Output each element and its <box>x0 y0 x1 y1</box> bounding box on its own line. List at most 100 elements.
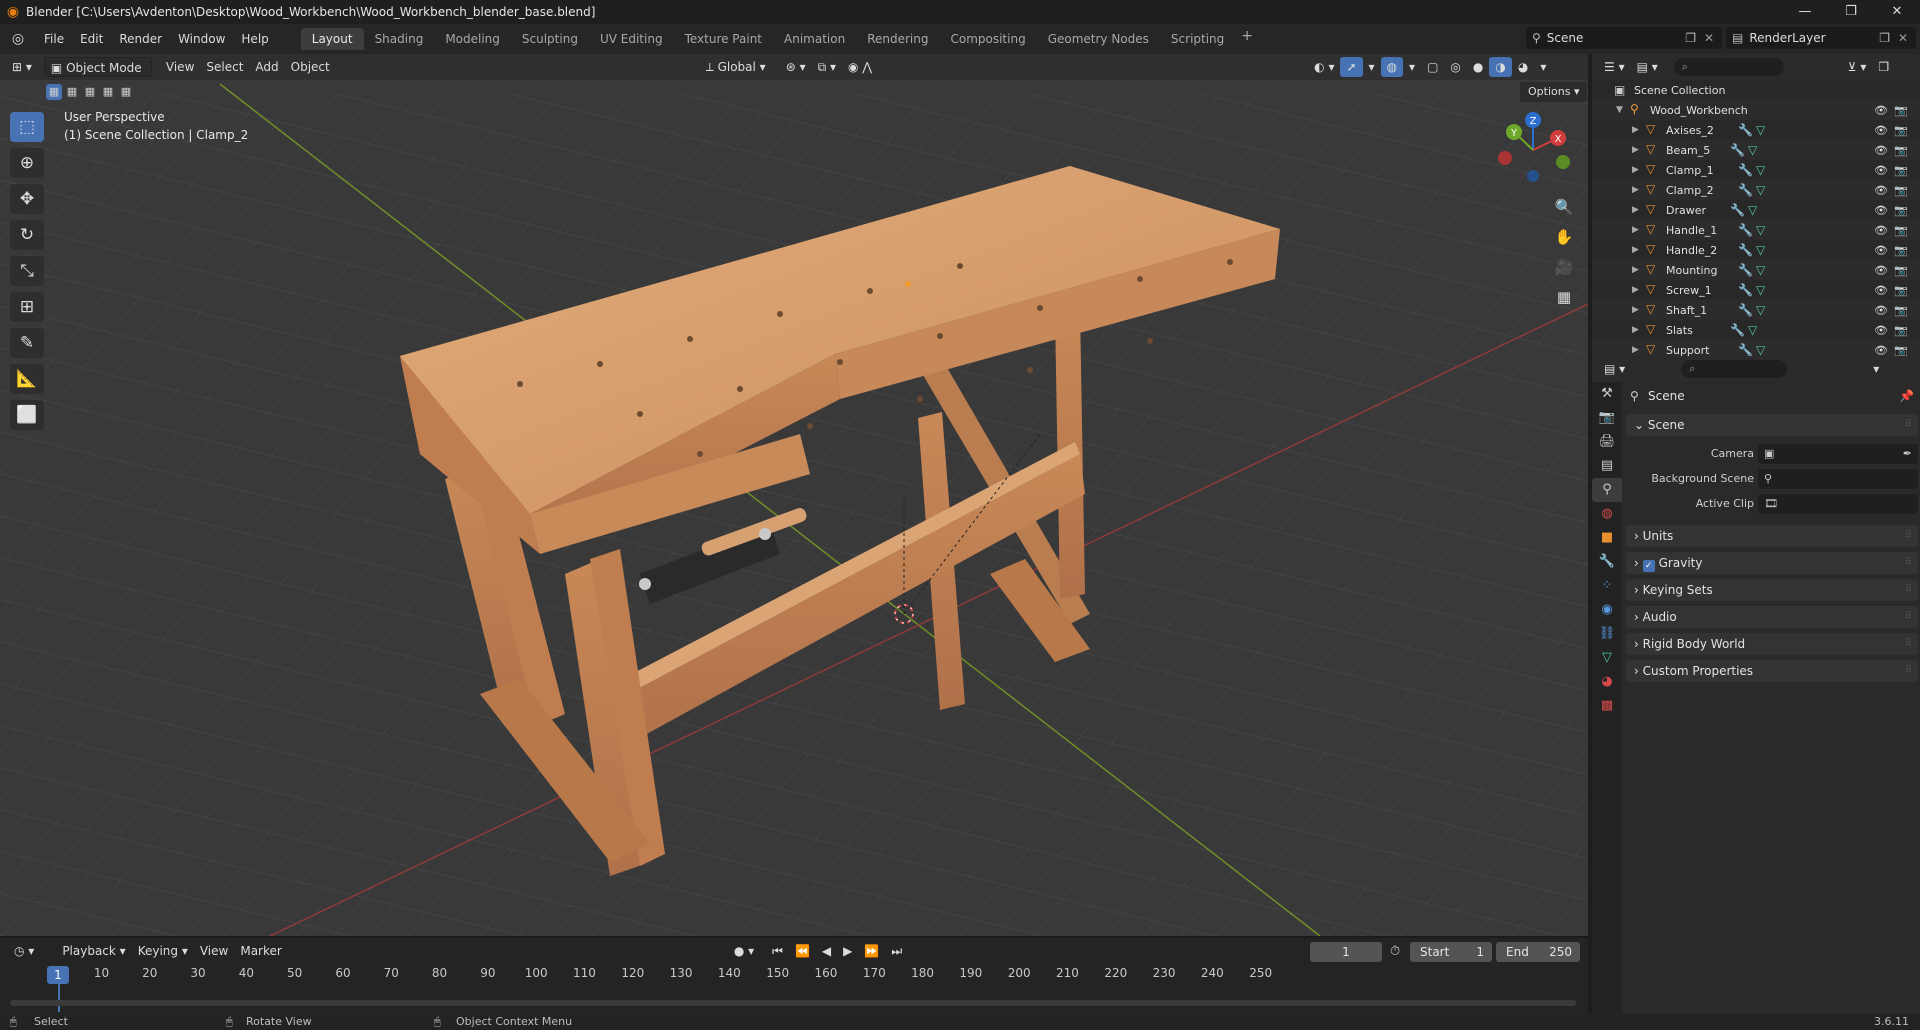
modifier-wrench-icon[interactable]: 🔧 <box>1738 303 1753 317</box>
collection-row[interactable]: ▼ ⚲ Wood_Workbench 👁 📷 <box>1592 100 1920 120</box>
constraints-tab-icon[interactable]: ⛓ <box>1592 622 1622 646</box>
visibility-eye-icon[interactable]: 👁 <box>1874 164 1888 177</box>
timeline-scrollbar[interactable] <box>10 1000 1576 1006</box>
current-frame-field[interactable]: 1 <box>1310 942 1382 962</box>
menu-window[interactable]: Window <box>170 28 233 50</box>
expand-arrow-icon[interactable]: ▶ <box>1632 145 1639 155</box>
tab-modeling[interactable]: Modeling <box>434 28 511 50</box>
render-camera-icon[interactable]: 📷 <box>1894 144 1908 157</box>
add-cube-tool-icon[interactable]: ⬜ <box>10 400 44 430</box>
eyedropper-icon[interactable]: ✒ <box>1903 444 1912 464</box>
tab-layout[interactable]: Layout <box>300 28 364 50</box>
gravity-checkbox[interactable]: ✓ <box>1642 560 1655 572</box>
add-workspace-icon[interactable]: + <box>1235 28 1259 50</box>
visibility-eye-icon[interactable]: 👁 <box>1874 244 1888 257</box>
display-mode-icon[interactable]: ▤ ▾ <box>1631 57 1664 77</box>
scene-collection-row[interactable]: ▣ Scene Collection <box>1592 80 1920 100</box>
editor-type-button[interactable]: ⊞ ▾ <box>6 57 38 77</box>
menu-edit[interactable]: Edit <box>72 28 111 50</box>
modifier-wrench-icon[interactable]: 🔧 <box>1730 203 1745 217</box>
tab-rendering[interactable]: Rendering <box>856 28 939 50</box>
outliner-object-row[interactable]: ▶ ▽ Axises_2 🔧 ▽ 👁 📷 <box>1592 120 1920 140</box>
outliner-object-row[interactable]: ▶ ▽ Drawer 🔧 ▽ 👁 📷 <box>1592 200 1920 220</box>
new-scene-icon[interactable]: ❐ <box>1685 31 1696 45</box>
rotate-tool-icon[interactable]: ↻ <box>10 220 44 250</box>
expand-arrow-icon[interactable]: ▶ <box>1632 305 1639 315</box>
menu-timeline-view[interactable]: View <box>194 941 234 961</box>
tab-shading[interactable]: Shading <box>364 28 435 50</box>
ortho-toggle-icon[interactable]: ▦ <box>1550 284 1578 310</box>
visibility-eye-icon[interactable]: 👁 <box>1874 204 1888 217</box>
visibility-eye-icon[interactable]: 👁 <box>1874 124 1888 137</box>
modifier-wrench-icon[interactable]: 🔧 <box>1730 143 1745 157</box>
render-camera-icon[interactable]: 📷 <box>1894 284 1908 297</box>
modifier-wrench-icon[interactable]: 🔧 <box>1738 243 1753 257</box>
particles-tab-icon[interactable]: ⁘ <box>1592 574 1622 598</box>
mode-selector[interactable]: ▣ Object Mode ▾ <box>43 57 152 95</box>
menu-object[interactable]: Object <box>285 57 336 77</box>
outliner-object-row[interactable]: ▶ ▽ Clamp_2 🔧 ▽ 👁 📷 <box>1592 180 1920 200</box>
modifier-wrench-icon[interactable]: 🔧 <box>1738 343 1753 357</box>
prev-keyframe-icon[interactable]: ⏪ <box>789 941 816 961</box>
properties-editor-type-icon[interactable]: ▤ ▾ <box>1598 359 1631 379</box>
auto-keying-icon[interactable]: ● ▾ <box>728 941 760 961</box>
shading-dropdown-icon[interactable]: ▾ <box>1534 57 1552 77</box>
expand-arrow-icon[interactable]: ▶ <box>1632 245 1639 255</box>
measure-tool-icon[interactable]: 📐 <box>10 364 44 394</box>
new-layer-icon[interactable]: ❐ <box>1879 31 1890 45</box>
visibility-eye-icon[interactable]: 👁 <box>1874 144 1888 157</box>
menu-help[interactable]: Help <box>233 28 276 50</box>
custom-properties-panel-header[interactable]: › Custom Properties ⠿ <box>1626 660 1918 682</box>
filter-icon[interactable]: ⊻ ▾ <box>1842 57 1873 77</box>
outliner-search-field[interactable]: ⌕ <box>1673 58 1784 76</box>
close-button[interactable]: ✕ <box>1874 0 1920 24</box>
mesh-data-icon[interactable]: ▽ <box>1756 163 1765 177</box>
outliner-editor-type-icon[interactable]: ☰ ▾ <box>1598 57 1631 77</box>
tab-animation[interactable]: Animation <box>773 28 856 50</box>
menu-add[interactable]: Add <box>249 57 284 77</box>
expand-arrow-icon[interactable]: ▶ <box>1632 265 1639 275</box>
outliner-object-row[interactable]: ▶ ▽ Handle_1 🔧 ▽ 👁 📷 <box>1592 220 1920 240</box>
modifier-tab-icon[interactable]: 🔧 <box>1592 550 1622 574</box>
menu-view[interactable]: View <box>160 57 200 77</box>
mesh-data-icon[interactable]: ▽ <box>1756 223 1765 237</box>
expand-arrow-icon[interactable]: ▶ <box>1632 285 1639 295</box>
render-camera-icon[interactable]: 📷 <box>1894 344 1908 357</box>
transform-tool-icon[interactable]: ⊞ <box>10 292 44 322</box>
view-layer-tab-icon[interactable]: ▤ <box>1592 454 1622 478</box>
mesh-data-icon[interactable]: ▽ <box>1756 123 1765 137</box>
play-reverse-icon[interactable]: ◀ <box>816 941 837 961</box>
modifier-wrench-icon[interactable]: 🔧 <box>1738 183 1753 197</box>
overlays-toggle-icon[interactable]: ◍ <box>1380 57 1404 77</box>
modifier-wrench-icon[interactable]: 🔧 <box>1738 223 1753 237</box>
new-collection-icon[interactable]: ❐ <box>1872 57 1895 77</box>
modifier-wrench-icon[interactable]: 🔧 <box>1738 263 1753 277</box>
preview-range-icon[interactable]: ⏱ <box>1390 944 1400 959</box>
menu-render[interactable]: Render <box>111 28 170 50</box>
render-tab-icon[interactable]: 📷 <box>1592 406 1622 430</box>
tab-compositing[interactable]: Compositing <box>939 28 1036 50</box>
outliner-object-row[interactable]: ▶ ▽ Screw_1 🔧 ▽ 👁 📷 <box>1592 280 1920 300</box>
visibility-eye-icon[interactable]: 👁 <box>1874 224 1888 237</box>
texture-tab-icon[interactable]: ▩ <box>1592 694 1622 718</box>
render-layer-selector[interactable]: ▤ RenderLayer ❐ ✕ <box>1726 27 1916 49</box>
render-camera-icon[interactable]: 📷 <box>1894 324 1908 337</box>
visibility-eye-icon[interactable]: 👁 <box>1874 104 1888 117</box>
visibility-selector-icon[interactable]: ◐ ▾ <box>1308 57 1340 77</box>
select-invert-icon[interactable]: ▦ <box>100 84 116 100</box>
zoom-icon[interactable]: 🔍 <box>1550 194 1578 220</box>
material-tab-icon[interactable]: ◕ <box>1592 670 1622 694</box>
expand-arrow-icon[interactable]: ▶ <box>1632 165 1639 175</box>
transform-orientation-selector[interactable]: ⟂ Global ▾ <box>700 57 772 77</box>
visibility-eye-icon[interactable]: 👁 <box>1874 264 1888 277</box>
move-tool-icon[interactable]: ✥ <box>10 184 44 214</box>
units-panel-header[interactable]: › Units ⠿ <box>1626 525 1918 547</box>
minimize-button[interactable]: — <box>1782 0 1828 24</box>
shading-solid-icon[interactable]: ● <box>1467 57 1489 77</box>
modifier-wrench-icon[interactable]: 🔧 <box>1730 323 1745 337</box>
camera-view-icon[interactable]: 🎥 <box>1550 254 1578 280</box>
properties-search-field[interactable]: ⌕ <box>1681 360 1788 378</box>
outliner-object-row[interactable]: ▶ ▽ Beam_5 🔧 ▽ 👁 📷 <box>1592 140 1920 160</box>
object-tab-icon[interactable]: ■ <box>1592 526 1622 550</box>
scale-tool-icon[interactable]: ⤡ <box>10 256 44 286</box>
